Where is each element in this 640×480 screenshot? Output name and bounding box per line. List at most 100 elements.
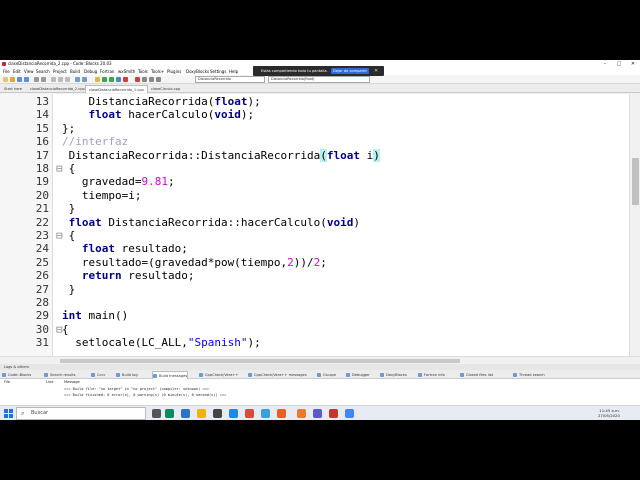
code-line[interactable]: 24 float resultado;: [0, 242, 630, 255]
firefox-icon[interactable]: [277, 409, 286, 418]
code-line[interactable]: 28: [0, 296, 630, 309]
close-icon[interactable]: ✕: [374, 66, 378, 76]
log-tab[interactable]: Closed files list: [460, 371, 493, 379]
code-line[interactable]: 16 //interfaz: [0, 135, 630, 148]
menu-search[interactable]: Search: [36, 68, 50, 75]
code-line[interactable]: 29 int main(): [0, 309, 630, 322]
app-icon[interactable]: [261, 409, 270, 418]
codeblocks-taskbar-icon[interactable]: [329, 409, 338, 418]
column-file[interactable]: File: [4, 380, 10, 384]
log-tab[interactable]: Code::Blocks: [2, 371, 31, 379]
edge-icon[interactable]: [165, 409, 174, 418]
redo-icon[interactable]: [41, 77, 46, 82]
run-icon[interactable]: [102, 77, 107, 82]
find-icon[interactable]: [75, 77, 80, 82]
build-and-run-icon[interactable]: [109, 77, 114, 82]
scroll-thumb[interactable]: [60, 359, 460, 363]
scroll-thumb[interactable]: [632, 158, 639, 205]
store-icon[interactable]: [213, 409, 222, 418]
tab-start-here[interactable]: Start here: [1, 85, 25, 93]
code-line[interactable]: 31 setlocale(LC_ALL,"Spanish");: [0, 336, 630, 349]
log-tab[interactable]: Cscope: [317, 371, 336, 379]
menu-build[interactable]: Build: [70, 68, 80, 75]
scope-combo[interactable]: DistanciaRecorrida: [195, 76, 265, 83]
task-view-icon[interactable]: [152, 409, 161, 418]
menu-doxyblocks[interactable]: DoxyBlocks: [186, 68, 209, 75]
menu-edit[interactable]: Edit: [13, 68, 21, 75]
windows-start-button[interactable]: [4, 409, 13, 418]
menu-file[interactable]: File: [3, 68, 10, 75]
tab-file[interactable]: claseCirculo.cpp: [148, 85, 183, 93]
paste-icon[interactable]: [65, 77, 70, 82]
minimize-button[interactable]: –: [598, 60, 612, 68]
menu-settings[interactable]: Settings: [210, 68, 226, 75]
code-line[interactable]: 15};: [0, 122, 630, 135]
log-tab[interactable]: Debugger: [346, 371, 370, 379]
log-tab[interactable]: Search results: [44, 371, 76, 379]
menu-view[interactable]: View: [24, 68, 34, 75]
column-line[interactable]: Line: [46, 380, 54, 384]
code-line[interactable]: 30 ⊟{: [0, 323, 630, 336]
menu-tools-plus[interactable]: Tools+: [151, 68, 164, 75]
stop-sharing-button[interactable]: Dejar de compartir: [331, 68, 369, 74]
code-line[interactable]: 18 ⊟ {: [0, 162, 630, 175]
build-messages-panel[interactable]: File Line Message === Build file: "no ta…: [0, 379, 640, 405]
code-line[interactable]: 21 }: [0, 202, 630, 215]
taskbar-search-box[interactable]: ⌕ Buscar: [16, 407, 146, 420]
code-line[interactable]: 22 float DistanciaRecorrida::hacerCalcul…: [0, 216, 630, 229]
save-all-icon[interactable]: [24, 77, 29, 82]
step-icon[interactable]: [142, 77, 147, 82]
code-line[interactable]: 27 }: [0, 283, 630, 296]
horizontal-scrollbar[interactable]: [0, 356, 640, 364]
debug-icon[interactable]: [135, 77, 140, 82]
log-tab[interactable]: Build messages: [152, 371, 189, 379]
menu-debug[interactable]: Debug: [84, 68, 97, 75]
file-explorer-icon[interactable]: [197, 409, 206, 418]
office-icon[interactable]: [245, 409, 254, 418]
clock[interactable]: 11:45 a.m. 27/05/2020: [598, 408, 620, 418]
log-tab[interactable]: Thread search: [513, 371, 545, 379]
step-out-icon[interactable]: [156, 77, 161, 82]
code-line[interactable]: 23 ⊟ {: [0, 229, 630, 242]
menu-plugins[interactable]: Plugins: [167, 68, 181, 75]
code-line[interactable]: 17 DistanciaRecorrida::DistanciaRecorrid…: [0, 148, 630, 162]
log-tab[interactable]: Fortran info: [418, 371, 445, 379]
code-line[interactable]: 25 resultado=(gravedad*pow(tiempo,2))/2;: [0, 256, 630, 269]
menu-fortran[interactable]: Fortran: [100, 68, 114, 75]
tab-file-active[interactable]: claseDistanciaRecorrida_1.cpp: [85, 85, 148, 93]
log-tab[interactable]: Cccc: [91, 371, 105, 379]
vertical-scrollbar[interactable]: [629, 94, 640, 356]
function-combo[interactable]: DistanciaRecorrida(float): [268, 76, 370, 83]
log-tab[interactable]: Build log: [116, 371, 138, 379]
chrome-icon[interactable]: [345, 409, 354, 418]
undo-icon[interactable]: [34, 77, 39, 82]
menu-wxsmith[interactable]: wxSmith: [118, 68, 135, 75]
code-line[interactable]: 20 tiempo=i;: [0, 189, 630, 202]
log-tab[interactable]: DoxyBlocks: [380, 371, 407, 379]
mail-icon[interactable]: [229, 409, 238, 418]
menu-tools[interactable]: Tools: [138, 68, 148, 75]
code-editor[interactable]: 13 DistanciaRecorrida(float); 14 float ha…: [0, 94, 640, 356]
menu-help[interactable]: Help: [229, 68, 238, 75]
maximize-button[interactable]: □: [612, 60, 626, 68]
tab-file[interactable]: claseDistanciaRecorrida_2.cpp: [27, 85, 88, 93]
abort-icon[interactable]: [123, 77, 128, 82]
log-tab[interactable]: CppCheck/Vera++ messages: [248, 371, 307, 379]
menu-project[interactable]: Project: [53, 68, 67, 75]
copy-icon[interactable]: [58, 77, 63, 82]
step-into-icon[interactable]: [149, 77, 154, 82]
app-icon[interactable]: [181, 409, 190, 418]
build-icon[interactable]: [95, 77, 100, 82]
code-line[interactable]: 26 return resultado;: [0, 269, 630, 282]
log-tab[interactable]: CppCheck/Vera++: [199, 371, 238, 379]
firefox-icon[interactable]: [297, 409, 306, 418]
replace-icon[interactable]: [82, 77, 87, 82]
cut-icon[interactable]: [51, 77, 56, 82]
app-icon[interactable]: [313, 409, 322, 418]
rebuild-icon[interactable]: [116, 77, 121, 82]
code-line[interactable]: 19 gravedad=9.81;: [0, 175, 630, 188]
new-file-icon[interactable]: [3, 77, 8, 82]
code-line[interactable]: 14 float hacerCalculo(void);: [0, 108, 630, 121]
open-file-icon[interactable]: [10, 77, 15, 82]
save-icon[interactable]: [17, 77, 22, 82]
